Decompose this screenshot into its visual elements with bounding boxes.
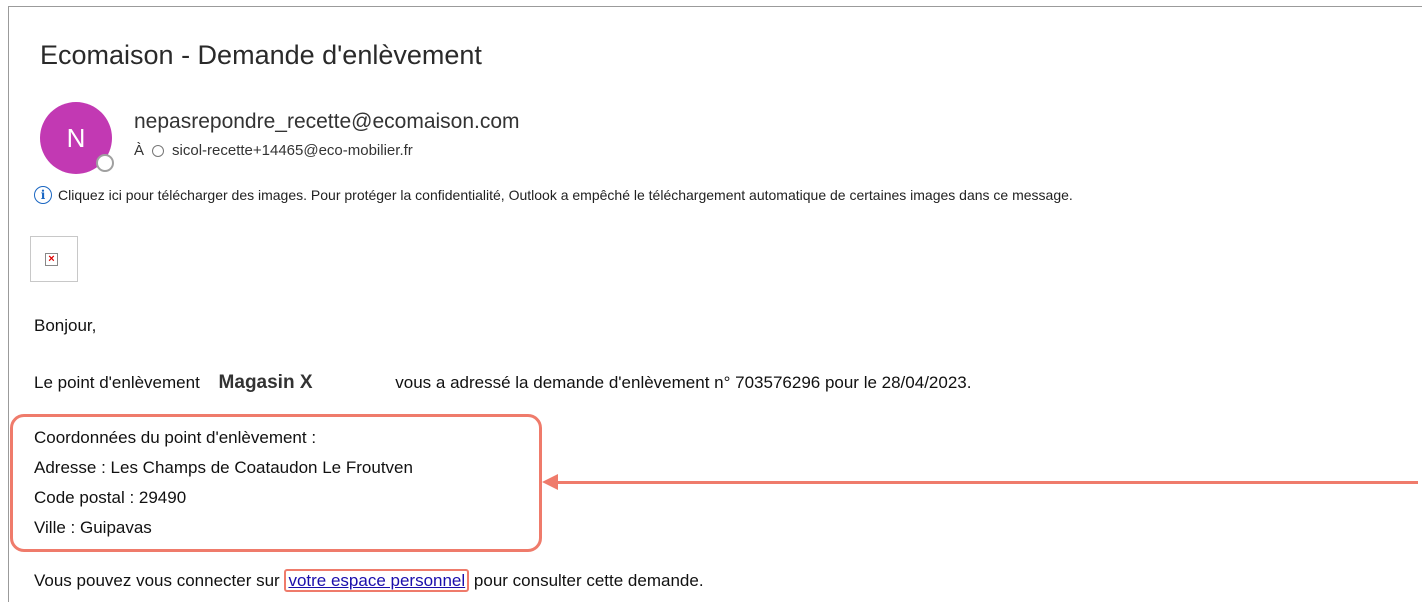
annotation-arrow-line <box>556 481 1418 484</box>
sender-address[interactable]: nepasrepondre_recette@ecomaison.com <box>134 110 520 134</box>
avatar-initial: N <box>66 122 86 153</box>
broken-image-icon: × <box>45 253 58 266</box>
store-name: Magasin X <box>218 372 313 393</box>
greeting: Bonjour, <box>34 316 97 335</box>
request-prefix: Le point d'enlèvement <box>34 373 200 392</box>
coord-title: Coordonnées du point d'enlèvement : <box>34 428 317 447</box>
address-line: Adresse : Les Champs de Coataudon Le Fro… <box>34 458 413 477</box>
annotation-arrow-head <box>542 474 558 490</box>
email-subject: Ecomaison - Demande d'enlèvement <box>40 40 482 70</box>
closing-sentence: Vous pouvez vous connecter sur votre esp… <box>34 569 704 592</box>
request-sentence: Le point d'enlèvement Magasin X vous a a… <box>34 372 971 394</box>
info-icon: i <box>34 186 52 204</box>
recipient-row: À sicol-recette+14465@eco-mobilier.fr <box>134 142 413 159</box>
personal-space-link[interactable]: votre espace personnel <box>284 569 470 592</box>
presence-status-icon <box>96 154 114 172</box>
to-label: À <box>134 142 145 159</box>
city-line: Ville : Guipavas <box>34 518 152 537</box>
closing-suffix: pour consulter cette demande. <box>473 571 704 590</box>
closing-prefix: Vous pouvez vous connecter sur <box>34 571 280 590</box>
info-message[interactable]: Cliquez ici pour télécharger des images.… <box>58 187 1073 203</box>
recipient-presence-icon <box>152 144 165 157</box>
download-images-banner[interactable]: i Cliquez ici pour télécharger des image… <box>34 186 1073 204</box>
request-suffix: vous a adressé la demande d'enlèvement n… <box>395 373 972 392</box>
blocked-image-placeholder[interactable]: × <box>30 236 78 282</box>
recipient-address[interactable]: sicol-recette+14465@eco-mobilier.fr <box>172 142 413 159</box>
postal-code-line: Code postal : 29490 <box>34 488 187 507</box>
